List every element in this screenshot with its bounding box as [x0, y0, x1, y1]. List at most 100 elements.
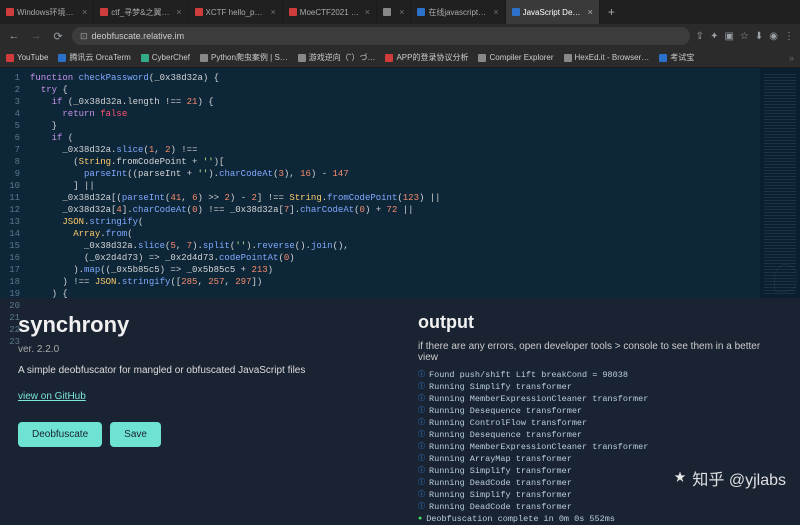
close-icon[interactable]: ×: [588, 7, 593, 17]
bookmark-favicon-icon: [58, 54, 66, 62]
code-line[interactable]: parseInt((parseInt + '').charCodeAt(3), …: [30, 168, 760, 180]
bookmark-favicon-icon: [141, 54, 149, 62]
info-icon: ⓘ: [418, 381, 425, 393]
profile-icon[interactable]: ◉: [769, 31, 778, 42]
bottom-panel: synchrony ver. 2.2.0 A simple deobfuscat…: [0, 298, 800, 500]
close-icon[interactable]: ×: [399, 7, 404, 17]
deobfuscate-button[interactable]: Deobfuscate: [18, 422, 102, 447]
code-line[interactable]: _0x38d32a[4].charCodeAt(0) !== _0x38d32a…: [30, 204, 760, 216]
bookmark-label: YouTube: [17, 53, 48, 62]
close-icon[interactable]: ×: [493, 7, 498, 17]
address-bar-row: ← → ⟳ ⊡ deobfuscate.relative.im ⇪ ✦ ▣ ☆ …: [0, 24, 800, 48]
save-button[interactable]: Save: [110, 422, 161, 447]
info-icon: ⓘ: [418, 441, 425, 453]
bookmark-item[interactable]: Python爬虫案例 | S…: [200, 52, 288, 63]
code-line[interactable]: return false: [30, 108, 760, 120]
code-line[interactable]: _0x38d32a.slice(1, 2) !==: [30, 144, 760, 156]
log-line: ⓘRunning MemberExpressionCleaner transfo…: [418, 441, 782, 453]
browser-tab[interactable]: Windows环境下Pin（二进制… ×: [0, 0, 94, 24]
favicon-icon: [417, 8, 425, 16]
new-tab-button[interactable]: +: [600, 0, 623, 24]
download-icon[interactable]: ⬇: [755, 31, 763, 42]
url-text: deobfuscate.relative.im: [92, 31, 185, 41]
bookmark-label: 游戏逆向（˘）づ…: [309, 52, 376, 63]
back-icon[interactable]: ←: [6, 30, 22, 42]
minimap-preview: [764, 72, 796, 294]
output-hint: if there are any errors, open developer …: [418, 341, 782, 363]
tab-title: ctf_寻梦&之翼的博客-CSDN…: [111, 7, 171, 18]
code-line[interactable]: (String.fromCodePoint + '')[: [30, 156, 760, 168]
code-line[interactable]: ) {: [30, 288, 760, 298]
code-line[interactable]: function checkPassword(_0x38d32a) {: [30, 72, 760, 84]
code-line[interactable]: if (: [30, 132, 760, 144]
log-line: ⓘRunning Simplify transformer: [418, 465, 782, 477]
log-line: ⓘRunning ControlFlow transformer: [418, 417, 782, 429]
site-info-icon[interactable]: ⊡: [80, 31, 88, 42]
code-line[interactable]: ] ||: [30, 180, 760, 192]
line-number: 9: [0, 168, 20, 180]
bookmark-label: 考试宝: [670, 52, 694, 63]
close-icon[interactable]: ×: [365, 7, 370, 17]
bookmark-item[interactable]: 游戏逆向（˘）づ…: [298, 52, 376, 63]
browser-tab[interactable]: ×: [377, 0, 411, 24]
tab-title: Windows环境下Pin（二进制…: [17, 7, 77, 18]
browser-tab[interactable]: ctf_寻梦&之翼的博客-CSDN… ×: [94, 0, 188, 24]
close-icon[interactable]: ×: [82, 7, 87, 17]
code-line[interactable]: (_0x2d4d73) => _0x2d4d73.codePointAt(0): [30, 252, 760, 264]
line-number: 10: [0, 180, 20, 192]
code-line[interactable]: ) !== JSON.stringify([285, 257, 297]): [30, 276, 760, 288]
code-content[interactable]: function checkPassword(_0x38d32a) { try …: [26, 68, 760, 298]
tab-title: 在线javascriptdeobfuscat…: [428, 7, 488, 18]
log-text: Found push/shift Lift breakCond = 98038: [429, 369, 628, 381]
bookmark-favicon-icon: [659, 54, 667, 62]
line-number: 14: [0, 228, 20, 240]
code-line[interactable]: Array.from(: [30, 228, 760, 240]
log-line: ⓘRunning Simplify transformer: [418, 381, 782, 393]
bookmark-star-icon[interactable]: ☆: [740, 31, 749, 42]
favicon-icon: [512, 8, 520, 16]
output-title: output: [418, 312, 782, 333]
reload-icon[interactable]: ⟳: [50, 30, 66, 43]
browser-tab[interactable]: 在线javascriptdeobfuscat… ×: [411, 0, 505, 24]
browser-tab[interactable]: JavaScript Deobfuscator×: [506, 0, 600, 24]
code-line[interactable]: _0x38d32a.slice(5, 7).split('').reverse(…: [30, 240, 760, 252]
bookmark-favicon-icon: [298, 54, 306, 62]
code-line[interactable]: }: [30, 120, 760, 132]
extensions-icon[interactable]: ✦: [710, 31, 718, 42]
bookmark-label: Python爬虫案例 | S…: [211, 52, 288, 63]
bookmark-item[interactable]: Compiler Explorer: [478, 53, 553, 62]
log-text: Running Desequence transformer: [429, 405, 582, 417]
favicon-icon: [383, 8, 391, 16]
browser-chrome: Windows环境下Pin（二进制…×ctf_寻梦&之翼的博客-CSDN…×XC…: [0, 0, 800, 68]
close-icon[interactable]: ×: [176, 7, 181, 17]
menu-icon[interactable]: ⋮: [784, 31, 794, 42]
bookmark-item[interactable]: HexEd.it - Browser…: [564, 53, 650, 62]
address-bar[interactable]: ⊡ deobfuscate.relative.im: [72, 27, 690, 45]
browser-tab[interactable]: XCTF hello_pwn level2 get…×: [189, 0, 283, 24]
browser-tab[interactable]: MoeCTF2021 逆向赛题总结-…×: [283, 0, 377, 24]
code-line[interactable]: if (_0x38d32a.length !== 21) {: [30, 96, 760, 108]
info-icon: ⓘ: [418, 477, 425, 489]
bookmark-item[interactable]: APP的登录协议分析: [385, 52, 468, 63]
code-line[interactable]: ).map((_0x5b85c5) => _0x5b85c5 + 213): [30, 264, 760, 276]
bookmark-item[interactable]: 考试宝: [659, 52, 694, 63]
bookmark-item[interactable]: 腾讯云 OrcaTerm: [58, 52, 130, 63]
bookmarks-overflow-icon[interactable]: »: [789, 53, 794, 63]
code-line[interactable]: try {: [30, 84, 760, 96]
close-icon[interactable]: ×: [271, 7, 276, 17]
github-link[interactable]: view on GitHub: [18, 391, 86, 402]
log-text: Running Simplify transformer: [429, 465, 572, 477]
share-icon[interactable]: ⇪: [696, 31, 704, 42]
code-line[interactable]: JSON.stringify(: [30, 216, 760, 228]
bookmark-item[interactable]: CyberChef: [141, 53, 190, 62]
code-editor[interactable]: 1234567891011121314151617181920212223 fu…: [0, 68, 800, 298]
code-line[interactable]: _0x38d32a[(parseInt(41, 6) >> 2) - 2] !=…: [30, 192, 760, 204]
line-number: 1: [0, 72, 20, 84]
forward-icon[interactable]: →: [28, 30, 44, 42]
user-icon[interactable]: ▣: [724, 31, 733, 42]
info-icon: ⓘ: [418, 501, 425, 513]
bookmark-item[interactable]: YouTube: [6, 53, 48, 62]
success-icon: ●: [418, 513, 422, 525]
minimap[interactable]: [760, 68, 800, 298]
line-number: 11: [0, 192, 20, 204]
